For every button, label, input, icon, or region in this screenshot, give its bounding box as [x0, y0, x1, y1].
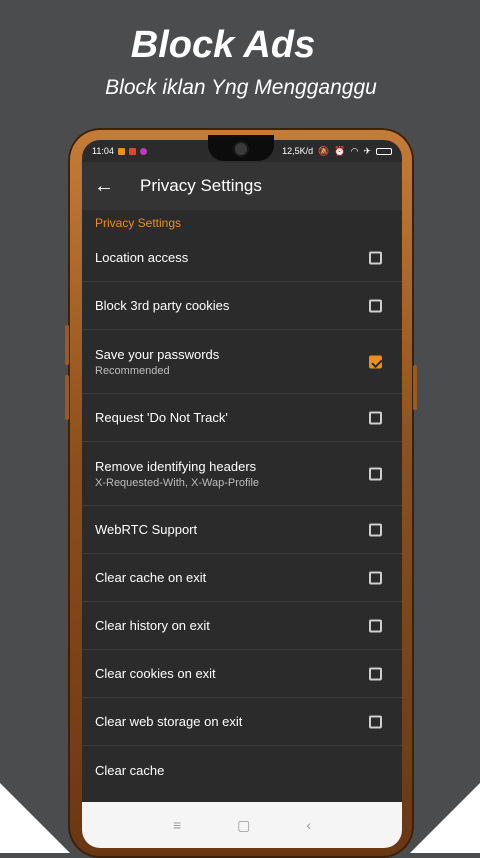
notification-icon [117, 147, 125, 155]
menu-icon[interactable]: ≡ [173, 817, 181, 833]
wifi-icon: ◠ [350, 145, 359, 156]
setting-summary: X-Requested-With, X-Wap-Profile [95, 476, 260, 489]
checkbox[interactable] [369, 715, 382, 728]
checkbox[interactable] [369, 467, 382, 480]
home-square-icon[interactable]: ▢ [237, 817, 250, 834]
setting-label: Location access [95, 250, 189, 265]
promo-title: Block Ads [130, 24, 316, 66]
checkbox[interactable] [369, 667, 382, 680]
phone-screen: 11:04 12,5K/d 🔕 ⏰ ◠ ✈ ← Privacy Settings… [82, 140, 402, 848]
setting-do-not-track[interactable]: Request 'Do Not Track' [82, 394, 402, 442]
setting-label: Clear cache on exit [95, 570, 207, 585]
setting-label: WebRTC Support [95, 522, 198, 537]
setting-clear-cookies-on-exit[interactable]: Clear cookies on exit [82, 650, 402, 698]
setting-remove-identifying-headers[interactable]: Remove identifying headers X-Requested-W… [82, 442, 402, 506]
promo-subtitle: Block iklan Yng Mengganggu [105, 76, 377, 99]
volume-button [65, 375, 69, 420]
system-nav-bar: ≡ ▢ ‹ [82, 802, 402, 848]
page-title: Privacy Settings [140, 176, 262, 195]
checkbox[interactable] [369, 571, 382, 584]
setting-clear-history-on-exit[interactable]: Clear history on exit [82, 602, 402, 650]
power-button [413, 365, 417, 410]
setting-label: Remove identifying headers [95, 458, 257, 474]
setting-label: Clear web storage on exit [95, 714, 243, 729]
mute-icon: 🔕 [318, 145, 330, 156]
setting-label: Clear cache [95, 762, 165, 778]
setting-label: Request 'Do Not Track' [95, 410, 228, 425]
front-camera [235, 143, 247, 155]
network-speed: 12,5K/d [282, 146, 314, 156]
section-header: Privacy Settings [95, 216, 182, 230]
setting-clear-cache[interactable]: Clear cache [82, 746, 402, 794]
back-chevron-icon[interactable]: ‹ [306, 817, 311, 833]
setting-webrtc-support[interactable]: WebRTC Support [82, 506, 402, 554]
status-time: 11:04 [92, 146, 114, 156]
setting-clear-cache-on-exit[interactable]: Clear cache on exit [82, 554, 402, 602]
checkbox[interactable] [369, 411, 382, 424]
checkbox[interactable] [369, 251, 382, 264]
notification-icon [139, 147, 147, 155]
battery-icon [376, 147, 392, 155]
checkbox[interactable] [369, 523, 382, 536]
setting-save-passwords[interactable]: Save your passwords Recommended [82, 330, 402, 394]
arrow-left-icon[interactable]: ← [82, 175, 126, 198]
app-toolbar: ← Privacy Settings [82, 162, 402, 210]
checkbox-checked[interactable] [369, 355, 382, 368]
background-corner-right [410, 783, 480, 853]
setting-label: Save your passwords [95, 346, 220, 362]
background-corner-left [0, 783, 70, 853]
volume-button [65, 325, 69, 365]
setting-clear-web-storage-on-exit[interactable]: Clear web storage on exit [82, 698, 402, 746]
alarm-icon: ⏰ [334, 145, 346, 156]
notification-icon [128, 147, 136, 155]
setting-location-access[interactable]: Location access [82, 234, 402, 282]
setting-label: Clear history on exit [95, 618, 210, 633]
settings-list: Privacy Settings Location access Block 3… [82, 210, 402, 794]
setting-summary: Recommended [95, 364, 170, 377]
checkbox[interactable] [369, 299, 382, 312]
setting-block-3rd-party-cookies[interactable]: Block 3rd party cookies [82, 282, 402, 330]
setting-label: Clear cookies on exit [95, 666, 216, 681]
setting-label: Block 3rd party cookies [95, 298, 230, 313]
checkbox[interactable] [369, 619, 382, 632]
airplane-icon: ✈ [363, 145, 371, 156]
